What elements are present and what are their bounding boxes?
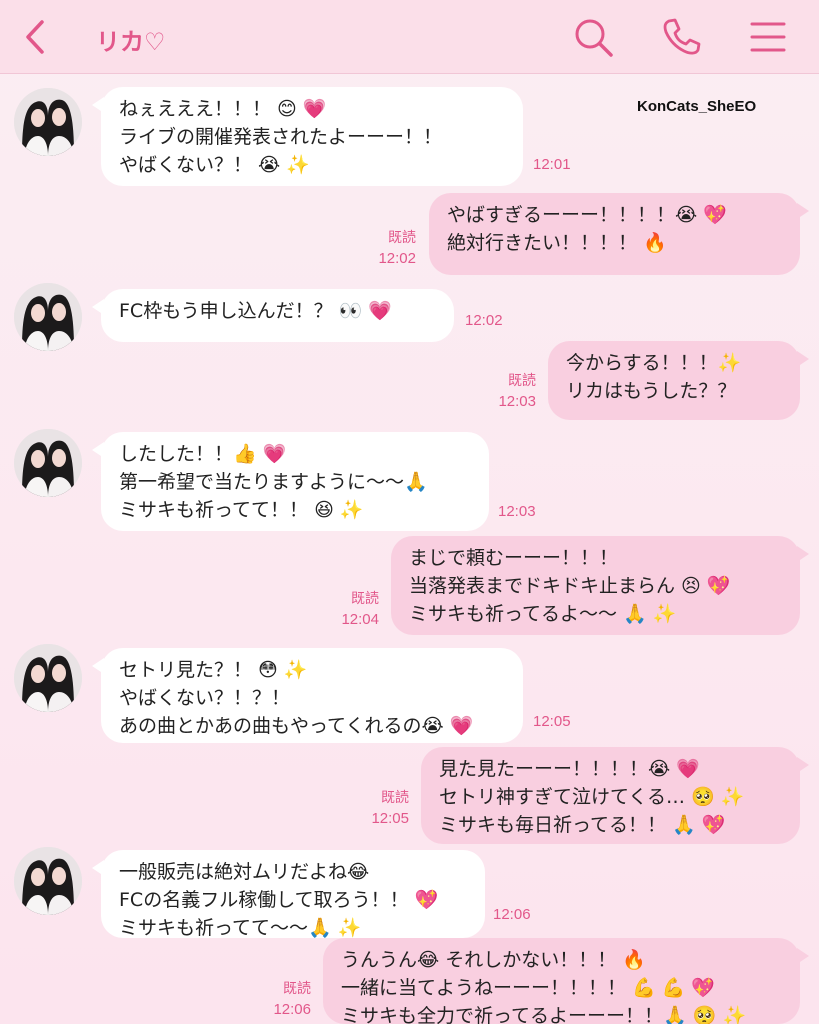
message-timestamp: 12:02 bbox=[465, 312, 503, 329]
message-meta: 既読 12:06 bbox=[225, 977, 311, 1021]
message-timestamp: 12:05 bbox=[533, 713, 571, 730]
phone-icon[interactable] bbox=[660, 16, 702, 58]
message-timestamp: 12:02 bbox=[378, 250, 416, 267]
message-line: ミサキも全力で祈ってるよーーー！！🙏 🥺 ✨ bbox=[341, 1005, 747, 1024]
message-line: FCの名義フル稼働して取ろう！！ 💖 bbox=[119, 889, 439, 911]
message-line: したした！！👍 💗 bbox=[119, 443, 287, 465]
avatar[interactable] bbox=[14, 429, 82, 497]
outgoing-message-bubble[interactable]: うんうん😂 それしかない！！！ 🔥 一緒に当てようねーーー！！！！ 💪 💪 💖 ミサ… bbox=[323, 938, 809, 1024]
outgoing-message-bubble[interactable]: 今からする！！！✨ リカはもうした？？ bbox=[548, 341, 809, 420]
read-receipt: 既読 bbox=[283, 980, 311, 996]
message-line: ミサキも祈ってて！！ 😆 ✨ bbox=[119, 499, 364, 521]
read-receipt: 既読 bbox=[381, 789, 409, 805]
message-line: 今からする！！！✨ bbox=[566, 352, 742, 374]
message-line: セトリ見た？！ 😳 ✨ bbox=[119, 659, 308, 681]
incoming-message-bubble[interactable]: したした！！👍 💗 第一希望で当たりますように〜〜🙏 ミサキも祈ってて！！ 😆 ✨ bbox=[92, 432, 489, 531]
message-line: FC枠もう申し込んだ！？ 👀 💗 bbox=[119, 300, 393, 322]
message-timestamp: 12:01 bbox=[533, 156, 571, 173]
message-meta: 既読 12:03 bbox=[450, 369, 536, 413]
chat-header: リカ♡ bbox=[0, 0, 819, 74]
message-line: セトリ神すぎて泣けてくる… 🥺 ✨ bbox=[439, 786, 745, 808]
message-timestamp: 12:06 bbox=[493, 906, 531, 923]
message-line: リカはもうした？？ bbox=[566, 380, 737, 402]
message-line: 第一希望で当たりますように〜〜🙏 bbox=[119, 471, 428, 493]
search-icon[interactable] bbox=[572, 16, 614, 58]
message-line: うんうん😂 それしかない！！！ 🔥 bbox=[341, 949, 646, 971]
avatar[interactable] bbox=[14, 283, 82, 351]
message-meta: 既読 12:05 bbox=[323, 786, 409, 830]
incoming-message-bubble[interactable]: 一般販売は絶対ムリだよね😂 FCの名義フル稼働して取ろう！！ 💖 ミサキも祈ってて〜… bbox=[92, 850, 485, 939]
message-line: 一般販売は絶対ムリだよね😂 bbox=[119, 861, 370, 883]
watermark: KonCats_SheEO bbox=[637, 98, 757, 115]
read-receipt: 既読 bbox=[508, 372, 536, 388]
read-receipt: 既読 bbox=[351, 590, 379, 606]
outgoing-message-bubble[interactable]: 見た見たーーー！！！！😭 💗 セトリ神すぎて泣けてくる… 🥺 ✨ ミサキも毎日祈って… bbox=[421, 747, 809, 844]
incoming-message-bubble[interactable]: セトリ見た？！ 😳 ✨ やばくない？！？！ あの曲とかあの曲もやってくれるの😭 💗 bbox=[92, 648, 523, 743]
message-line: 絶対行きたい！！！！ 🔥 bbox=[447, 232, 667, 254]
avatar[interactable] bbox=[14, 847, 82, 915]
read-receipt: 既読 bbox=[388, 229, 416, 245]
message-timestamp: 12:03 bbox=[498, 503, 536, 520]
chat-title: リカ♡ bbox=[96, 28, 166, 56]
message-line: ミサキも祈ってるよ〜〜 🙏 ✨ bbox=[409, 603, 677, 625]
message-timestamp: 12:05 bbox=[371, 810, 409, 827]
outgoing-message-bubble[interactable]: まじで頼むーーー！！！ 当落発表までドキドキ止まらん 😣 💖 ミサキも祈ってるよ〜〜… bbox=[391, 536, 809, 635]
message-meta: 既読 12:04 bbox=[293, 587, 379, 631]
avatar[interactable] bbox=[14, 88, 82, 156]
chevron-left-icon[interactable] bbox=[20, 18, 50, 56]
message-timestamp: 12:03 bbox=[498, 393, 536, 410]
message-meta: 既読 12:02 bbox=[330, 226, 416, 270]
message-line: 一緒に当てようねーーー！！！！ 💪 💪 💖 bbox=[341, 977, 716, 999]
outgoing-message-bubble[interactable]: やばすぎるーーー！！！！😭 💖 絶対行きたい！！！！ 🔥 bbox=[429, 193, 809, 275]
menu-icon[interactable] bbox=[746, 16, 788, 58]
message-line: 当落発表までドキドキ止まらん 😣 💖 bbox=[409, 575, 731, 597]
incoming-message-bubble[interactable]: FC枠もう申し込んだ！？ 👀 💗 bbox=[92, 289, 454, 342]
message-line: ねぇえええ！！！ 😊 💗 bbox=[119, 98, 327, 120]
avatar[interactable] bbox=[14, 644, 82, 712]
message-line: あの曲とかあの曲もやってくれるの😭 💗 bbox=[119, 715, 474, 737]
message-timestamp: 12:04 bbox=[341, 611, 379, 628]
message-line: ライブの開催発表されたよーーー！！ bbox=[119, 126, 443, 148]
message-line: やばくない？！？！ bbox=[119, 687, 291, 709]
incoming-message-bubble[interactable]: ねぇえええ！！！ 😊 💗 ライブの開催発表されたよーーー！！ やばくない？！ 😭 ✨ bbox=[92, 87, 523, 186]
message-line: やばすぎるーーー！！！！😭 💖 bbox=[447, 204, 727, 226]
message-line: まじで頼むーーー！！！ bbox=[409, 547, 619, 569]
message-line: 見た見たーーー！！！！😭 💗 bbox=[439, 758, 700, 780]
message-line: ミサキも毎日祈ってる！！ 🙏 💖 bbox=[439, 814, 726, 836]
message-timestamp: 12:06 bbox=[273, 1001, 311, 1018]
message-line: やばくない？！ 😭 ✨ bbox=[119, 154, 310, 176]
